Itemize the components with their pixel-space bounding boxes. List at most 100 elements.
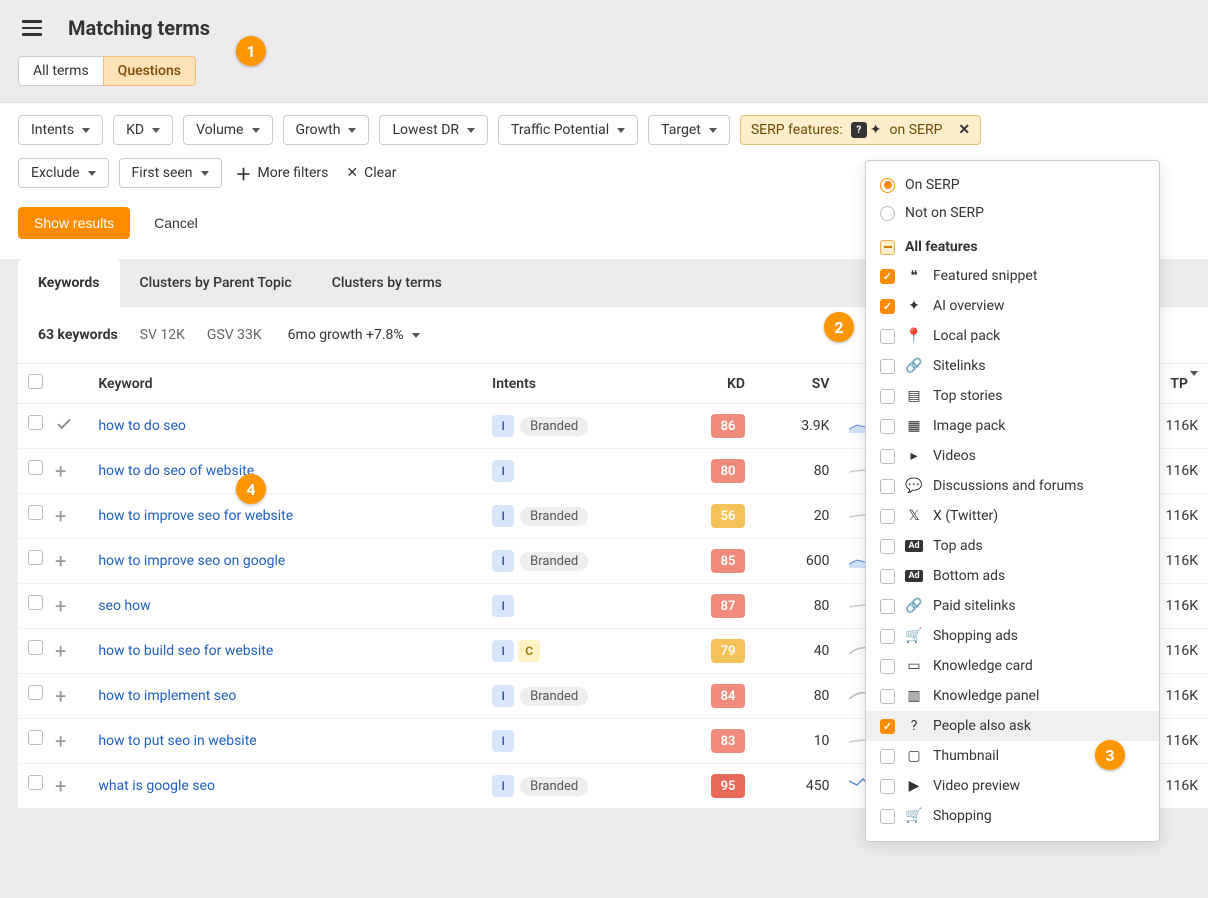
col-keyword[interactable]: Keyword — [88, 364, 482, 404]
row-checkbox[interactable] — [28, 685, 43, 700]
annotation-badge-2: 2 — [824, 312, 854, 342]
add-keyword-button[interactable]: + — [51, 684, 66, 708]
feature-people_also_ask[interactable]: ?People also ask — [866, 711, 1159, 741]
feature-image_pack[interactable]: ▦Image pack — [866, 411, 1159, 441]
row-checkbox[interactable] — [28, 775, 43, 790]
filter-volume[interactable]: Volume — [183, 115, 272, 145]
add-keyword-button[interactable]: + — [51, 459, 66, 483]
feature-shopping_ads[interactable]: 🛒Shopping ads — [866, 621, 1159, 651]
feature-x_twitter[interactable]: 𝕏X (Twitter) — [866, 501, 1159, 531]
clear-filters-button[interactable]: ✕Clear — [342, 159, 400, 187]
feature-top_stories[interactable]: ▤Top stories — [866, 381, 1159, 411]
cart-icon: 🛒 — [905, 627, 923, 645]
feature-local_pack[interactable]: 📍Local pack — [866, 321, 1159, 351]
feature-knowledge_card[interactable]: ▭Knowledge card — [866, 651, 1159, 681]
play-icon: ▶ — [905, 777, 923, 795]
feature-discussions[interactable]: 💬Discussions and forums — [866, 471, 1159, 501]
intents-cell: IBranded — [482, 764, 679, 809]
row-checkbox[interactable] — [28, 415, 43, 430]
feature-featured_snippet[interactable]: ❝Featured snippet — [866, 261, 1159, 291]
feature-bottom_ads[interactable]: AdBottom ads — [866, 561, 1159, 591]
row-checkbox[interactable] — [28, 640, 43, 655]
filter-first-seen[interactable]: First seen — [119, 158, 222, 188]
sv-cell: 3.9K — [755, 404, 839, 449]
feature-videos[interactable]: ▸Videos — [866, 441, 1159, 471]
feature-sitelinks[interactable]: 🔗Sitelinks — [866, 351, 1159, 381]
show-results-button[interactable]: Show results — [18, 207, 130, 239]
checkbox-icon — [880, 419, 895, 434]
tab-clusters-parent[interactable]: Clusters by Parent Topic — [120, 259, 312, 307]
row-checkbox[interactable] — [28, 505, 43, 520]
intents-cell: IBranded — [482, 539, 679, 584]
row-checkbox[interactable] — [28, 730, 43, 745]
filter-lowest-dr[interactable]: Lowest DR — [379, 115, 488, 145]
growth-selector[interactable]: 6mo growth +7.8% — [284, 321, 424, 349]
menu-icon[interactable] — [22, 16, 42, 40]
row-checkbox[interactable] — [28, 460, 43, 475]
feature-top_ads[interactable]: AdTop ads — [866, 531, 1159, 561]
feature-label: Videos — [933, 448, 976, 464]
panel-icon: ▥ — [905, 687, 923, 705]
feature-label: Top ads — [933, 538, 983, 554]
serp-icons: ? ✦ — [851, 122, 882, 138]
keyword-link[interactable]: seo how — [98, 598, 150, 614]
intent-informational-icon: I — [492, 775, 514, 797]
feature-ai_overview[interactable]: ✦AI overview — [866, 291, 1159, 321]
keyword-link[interactable]: how to improve seo for website — [98, 508, 293, 524]
col-kd[interactable]: KD — [679, 364, 755, 404]
add-keyword-button[interactable]: + — [51, 549, 66, 573]
feature-shopping[interactable]: 🛒Shopping — [866, 801, 1159, 831]
serp-suffix: on SERP — [890, 122, 943, 138]
radio-on-serp[interactable]: On SERP — [866, 171, 1159, 199]
keyword-link[interactable]: how to build seo for website — [98, 643, 273, 659]
filter-growth[interactable]: Growth — [283, 115, 370, 145]
remove-filter-icon[interactable]: ✕ — [958, 122, 970, 138]
tab-clusters-terms[interactable]: Clusters by terms — [312, 259, 462, 307]
checkbox-indeterminate-icon — [880, 240, 895, 255]
feature-paid_sitelinks[interactable]: 🔗Paid sitelinks — [866, 591, 1159, 621]
row-checkbox[interactable] — [28, 550, 43, 565]
tab-all-terms[interactable]: All terms — [18, 56, 103, 86]
feature-video_preview[interactable]: ▶Video preview — [866, 771, 1159, 801]
quote-icon: ❝ — [905, 267, 923, 285]
filter-serp-features[interactable]: SERP features: ? ✦ on SERP ✕ — [740, 115, 981, 145]
add-keyword-button[interactable]: + — [51, 774, 66, 798]
filter-traffic-potential[interactable]: Traffic Potential — [498, 115, 638, 145]
sv-cell: 80 — [755, 584, 839, 629]
add-keyword-button[interactable]: + — [51, 594, 66, 618]
keyword-link[interactable]: how to implement seo — [98, 688, 236, 704]
row-checkbox[interactable] — [28, 595, 43, 610]
keyword-link[interactable]: what is google seo — [98, 778, 215, 794]
feature-label: Local pack — [933, 328, 1000, 344]
keyword-link[interactable]: how to do seo — [98, 418, 186, 434]
more-filters-button[interactable]: ＋More filters — [232, 155, 333, 191]
checkbox-icon — [880, 569, 895, 584]
keyword-link[interactable]: how to do seo of website — [98, 463, 254, 479]
serp-features-dropdown: On SERP Not on SERP All features ❝Featur… — [865, 160, 1160, 842]
select-all-checkbox[interactable] — [28, 374, 43, 389]
keyword-link[interactable]: how to improve seo on google — [98, 553, 285, 569]
radio-not-on-serp[interactable]: Not on SERP — [866, 199, 1159, 227]
add-keyword-button[interactable] — [51, 415, 73, 438]
tab-keywords[interactable]: Keywords — [18, 259, 120, 307]
add-keyword-button[interactable]: + — [51, 504, 66, 528]
all-features-toggle[interactable]: All features — [866, 233, 1159, 261]
annotation-badge-1: 1 — [236, 36, 266, 66]
tab-questions[interactable]: Questions — [103, 56, 196, 86]
feature-label: Image pack — [933, 418, 1005, 434]
kd-badge: 83 — [711, 729, 745, 753]
ad-icon: Ad — [905, 567, 923, 585]
add-keyword-button[interactable]: + — [51, 639, 66, 663]
filter-intents[interactable]: Intents — [18, 115, 103, 145]
filter-target[interactable]: Target — [648, 115, 730, 145]
cancel-button[interactable]: Cancel — [148, 214, 204, 232]
col-intents[interactable]: Intents — [482, 364, 679, 404]
col-sv[interactable]: SV — [755, 364, 839, 404]
feature-knowledge_panel[interactable]: ▥Knowledge panel — [866, 681, 1159, 711]
add-keyword-button[interactable]: + — [51, 729, 66, 753]
kd-badge: 56 — [711, 504, 745, 528]
filter-kd[interactable]: KD — [113, 115, 173, 145]
filter-exclude[interactable]: Exclude — [18, 158, 109, 188]
keyword-link[interactable]: how to put seo in website — [98, 733, 256, 749]
branded-badge: Branded — [520, 552, 588, 571]
